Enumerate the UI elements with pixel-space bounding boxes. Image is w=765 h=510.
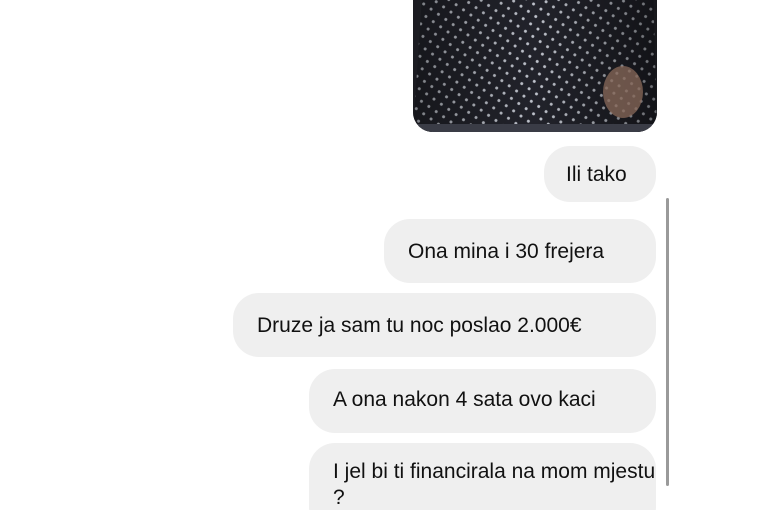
message-text: I jel bi ti financirala na mom mjestu ?: [333, 460, 656, 510]
message-bubble[interactable]: A ona nakon 4 sata ovo kaci: [309, 369, 656, 433]
scrollbar[interactable]: [666, 198, 669, 486]
message-text: A ona nakon 4 sata ovo kaci: [333, 388, 596, 411]
message-text: Ona mina i 30 frejera: [408, 240, 605, 263]
photo-image: [413, 0, 657, 132]
message-text: Druze ja sam tu noc poslao 2.000€: [257, 314, 582, 337]
message-bubble[interactable]: Ona mina i 30 frejera: [384, 219, 656, 283]
shared-photo[interactable]: [413, 0, 657, 132]
message-bubble[interactable]: Druze ja sam tu noc poslao 2.000€: [233, 293, 656, 357]
message-bubble[interactable]: I jel bi ti financirala na mom mjestu ?: [309, 443, 656, 510]
message-thread[interactable]: Ili tako Ona mina i 30 frejera Druze ja …: [0, 0, 765, 510]
message-text: Ili tako: [566, 163, 627, 186]
message-bubble[interactable]: Ili tako: [544, 146, 656, 202]
